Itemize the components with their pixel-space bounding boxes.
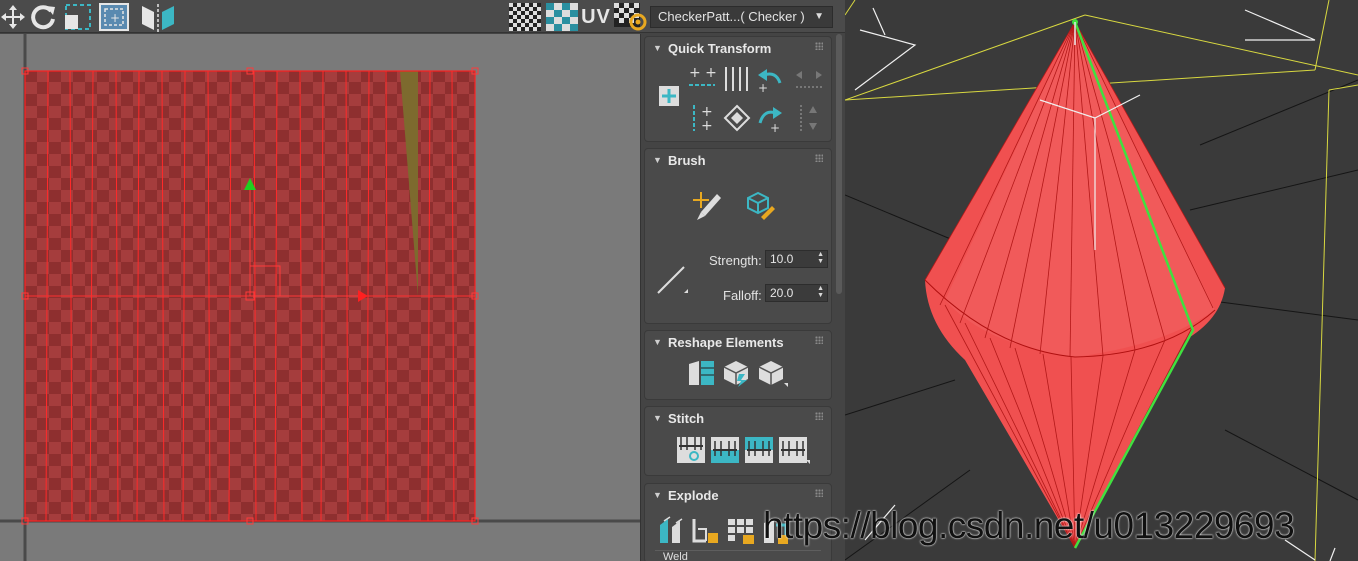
falloff-spinner[interactable]: 20.0 ▲ ▼ xyxy=(765,284,828,302)
set-pivot-icon[interactable] xyxy=(657,84,681,108)
align-vertical-icon[interactable]: + + xyxy=(687,102,719,134)
flip-vertical-icon[interactable] xyxy=(795,102,823,134)
svg-text:+: + xyxy=(770,121,780,133)
svg-text:+: + xyxy=(110,11,120,25)
uv-editor xyxy=(0,34,640,561)
panel-scrollbar[interactable] xyxy=(836,34,842,294)
grip-icon xyxy=(815,154,823,162)
relax-icon[interactable] xyxy=(755,357,789,389)
stitch-to-target-icon[interactable] xyxy=(777,435,811,465)
falloff-curve-icon[interactable] xyxy=(653,262,689,298)
texture-dropdown[interactable]: CheckerPatt...( Checker ) ▼ xyxy=(650,6,833,28)
strength-value: 10.0 xyxy=(770,252,794,266)
align-horizontal-icon[interactable]: + + xyxy=(687,64,719,94)
rollout-header[interactable]: ▼ Reshape Elements xyxy=(645,331,831,353)
rollout-quick-transform: ▼ Quick Transform + + + + + + xyxy=(644,36,832,142)
collapse-triangle-icon: ▼ xyxy=(653,337,662,347)
uv-tool-panel: ▼ Quick Transform + + + + + + ▼ Brush St… xyxy=(640,34,845,561)
paint-relax-icon[interactable] xyxy=(743,189,777,223)
grip-icon xyxy=(815,336,823,344)
spinner-arrows-icon: ▲ ▼ xyxy=(817,285,824,299)
rotate-ccw-icon[interactable]: + xyxy=(755,64,785,94)
weld-label: Weld xyxy=(663,551,688,561)
rollout-reshape-elements: ▼ Reshape Elements xyxy=(644,330,832,400)
strength-spinner[interactable]: 10.0 ▲ ▼ xyxy=(765,250,828,268)
viewport-canvas[interactable] xyxy=(845,0,1358,561)
rollout-brush: ▼ Brush Strength: 10.0 ▲ ▼ Falloff: 20.0 … xyxy=(644,148,832,324)
break-by-smoothing-icon[interactable] xyxy=(655,514,687,546)
rollout-header[interactable]: ▼ Brush xyxy=(645,149,831,171)
freeform-icon[interactable]: + xyxy=(97,2,131,32)
rotate-cw-icon[interactable]: + xyxy=(755,102,785,134)
flip-horizontal-icon[interactable] xyxy=(793,68,825,92)
rollout-header[interactable]: ▼ Quick Transform xyxy=(645,37,831,59)
weld-group: Weld xyxy=(655,550,821,561)
uv-editor-toolbar: + UV CheckerPatt...(Checker) ▼ xyxy=(0,0,845,33)
uv-display-button[interactable]: UV xyxy=(580,2,612,32)
checker-teal-icon[interactable] xyxy=(545,2,579,32)
grip-icon xyxy=(815,42,823,50)
grip-icon xyxy=(815,412,823,420)
collapse-triangle-icon: ▼ xyxy=(653,155,662,165)
break-selection-icon[interactable] xyxy=(725,514,757,546)
falloff-value: 20.0 xyxy=(770,286,794,300)
relax-until-flat-icon[interactable] xyxy=(720,357,752,389)
rollout-title: Brush xyxy=(668,153,706,168)
svg-text:+: + xyxy=(758,81,768,93)
rollout-title: Explode xyxy=(668,488,719,503)
stitch-to-source-icon[interactable] xyxy=(709,435,741,465)
grip-icon xyxy=(815,489,823,497)
chevron-down-icon: ▼ xyxy=(814,11,824,22)
space-grid-icon[interactable] xyxy=(721,102,753,134)
checker-settings-icon[interactable] xyxy=(613,2,649,32)
falloff-label: Falloff: xyxy=(723,288,762,303)
mirror-icon[interactable] xyxy=(138,2,178,32)
rotate-icon[interactable] xyxy=(28,2,58,32)
collapse-triangle-icon: ▼ xyxy=(653,490,662,500)
uv-label: UV xyxy=(581,5,611,28)
uv-canvas[interactable] xyxy=(0,34,640,561)
straighten-selection-icon[interactable] xyxy=(685,357,717,389)
break-by-material-icon[interactable] xyxy=(689,514,721,546)
checker-display-icon[interactable] xyxy=(508,2,542,32)
rollout-title: Stitch xyxy=(668,411,705,426)
strength-label: Strength: xyxy=(709,253,762,268)
stitch-custom-icon[interactable] xyxy=(675,435,707,465)
bicone-mesh[interactable] xyxy=(924,19,1226,549)
rollout-header[interactable]: ▼ Explode xyxy=(645,484,831,506)
texture-dropdown-value: CheckerPatt...( Checker ) xyxy=(658,9,805,24)
scale-icon[interactable] xyxy=(62,2,94,32)
rollout-title: Quick Transform xyxy=(668,41,772,56)
rollout-title: Reshape Elements xyxy=(668,335,784,350)
svg-text:+: + xyxy=(701,118,713,133)
watermark-text: https://blog.csdn.net/u013229693 xyxy=(763,505,1295,546)
collapse-triangle-icon: ▼ xyxy=(653,413,662,423)
rollout-header[interactable]: ▼ Stitch xyxy=(645,407,831,429)
space-horizontal-icon[interactable] xyxy=(721,64,751,94)
svg-text:+ +: + + xyxy=(689,65,717,81)
stitch-average-icon[interactable] xyxy=(743,435,775,465)
paint-move-icon[interactable] xyxy=(690,189,724,223)
collapse-triangle-icon: ▼ xyxy=(653,43,662,53)
perspective-viewport[interactable] xyxy=(845,0,1358,561)
spinner-arrows-icon: ▲ ▼ xyxy=(817,251,824,265)
move-icon[interactable] xyxy=(0,2,26,32)
rollout-stitch: ▼ Stitch xyxy=(644,406,832,476)
